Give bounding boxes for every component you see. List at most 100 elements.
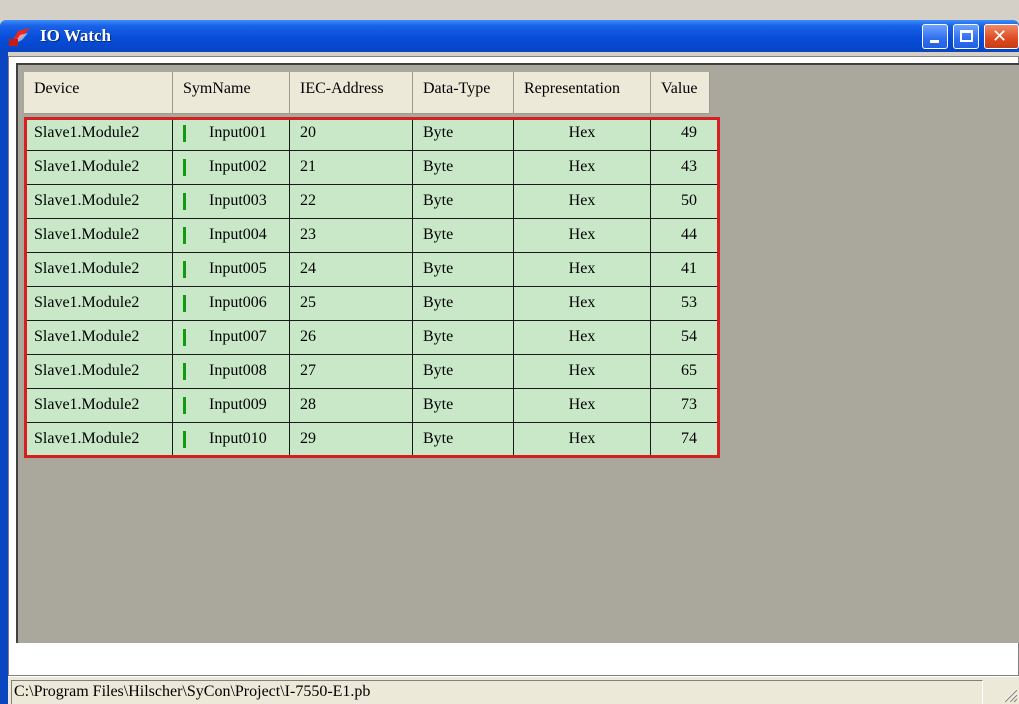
- cell-iec-address: 26: [290, 321, 413, 355]
- title-bar[interactable]: IO Watch ✕: [0, 20, 1019, 52]
- cell-iec-address: 21: [290, 151, 413, 185]
- symname-label: Input002: [209, 158, 267, 175]
- close-button[interactable]: ✕: [984, 24, 1019, 49]
- table-row[interactable]: Slave1.Module2 Input005 24 Byte Hex 41: [24, 253, 720, 287]
- cell-device: Slave1.Module2: [24, 151, 173, 185]
- cell-data-type: Byte: [413, 389, 514, 423]
- table-row[interactable]: Slave1.Module2 Input007 26 Byte Hex 54: [24, 321, 720, 355]
- io-data-grid: Slave1.Module2 Input001 20 Byte Hex 49 Slave1.…: [24, 117, 720, 457]
- column-header-representation[interactable]: Representation: [514, 72, 651, 114]
- table-row[interactable]: Slave1.Module2 Input001 20 Byte Hex 49: [24, 117, 720, 151]
- column-header-data-type[interactable]: Data-Type: [413, 72, 514, 114]
- cell-data-type: Byte: [413, 355, 514, 389]
- cell-representation: Hex: [514, 185, 651, 219]
- cell-iec-address: 22: [290, 185, 413, 219]
- maximize-icon: [960, 30, 973, 42]
- status-indicator-icon: [183, 193, 186, 210]
- symname-label: Input010: [209, 430, 267, 447]
- status-indicator-icon: [183, 261, 186, 278]
- symname-label: Input004: [209, 226, 267, 243]
- cell-device: Slave1.Module2: [24, 321, 173, 355]
- cell-device: Slave1.Module2: [24, 423, 173, 457]
- minimize-icon: [930, 40, 939, 43]
- cell-representation: Hex: [514, 355, 651, 389]
- cell-iec-address: 29: [290, 423, 413, 457]
- cell-representation: Hex: [514, 287, 651, 321]
- cell-symname: Input006: [173, 287, 290, 321]
- cell-data-type: Byte: [413, 287, 514, 321]
- table-row[interactable]: Slave1.Module2 Input002 21 Byte Hex 43: [24, 151, 720, 185]
- cell-value: 41: [651, 253, 720, 287]
- cell-symname: Input007: [173, 321, 290, 355]
- cell-data-type: Byte: [413, 185, 514, 219]
- cell-value: 73: [651, 389, 720, 423]
- status-indicator-icon: [183, 295, 186, 312]
- status-indicator-icon: [183, 397, 186, 414]
- cell-data-type: Byte: [413, 253, 514, 287]
- cell-data-type: Byte: [413, 117, 514, 151]
- cell-iec-address: 25: [290, 287, 413, 321]
- cell-iec-address: 20: [290, 117, 413, 151]
- cell-representation: Hex: [514, 321, 651, 355]
- close-icon: ✕: [992, 26, 1008, 47]
- symname-label: Input006: [209, 294, 267, 311]
- table-row[interactable]: Slave1.Module2 Input004 23 Byte Hex 44: [24, 219, 720, 253]
- status-indicator-icon: [183, 329, 186, 346]
- maximize-button[interactable]: [953, 24, 979, 49]
- io-watch-app-icon: [9, 28, 30, 46]
- cell-iec-address: 27: [290, 355, 413, 389]
- resize-grip-icon[interactable]: [1000, 681, 1018, 703]
- status-indicator-icon: [183, 159, 186, 176]
- status-indicator-icon: [183, 431, 186, 448]
- cell-iec-address: 24: [290, 253, 413, 287]
- cell-representation: Hex: [514, 151, 651, 185]
- table-row[interactable]: Slave1.Module2 Input008 27 Byte Hex 65: [24, 355, 720, 389]
- minimize-button[interactable]: [922, 24, 948, 49]
- cell-symname: Input003: [173, 185, 290, 219]
- window-frame-left: [0, 52, 8, 704]
- cell-value: 54: [651, 321, 720, 355]
- cell-value: 53: [651, 287, 720, 321]
- table-row[interactable]: Slave1.Module2 Input010 29 Byte Hex 74: [24, 423, 720, 457]
- column-header-iec-address[interactable]: IEC-Address: [290, 72, 413, 114]
- cell-value: 49: [651, 117, 720, 151]
- cell-representation: Hex: [514, 423, 651, 457]
- cell-device: Slave1.Module2: [24, 219, 173, 253]
- table-row[interactable]: Slave1.Module2 Input006 25 Byte Hex 53: [24, 287, 720, 321]
- cell-data-type: Byte: [413, 151, 514, 185]
- cell-symname: Input005: [173, 253, 290, 287]
- cell-symname: Input001: [173, 117, 290, 151]
- window-title: IO Watch: [40, 26, 112, 45]
- table-row[interactable]: Slave1.Module2 Input009 28 Byte Hex 73: [24, 389, 720, 423]
- cell-representation: Hex: [514, 389, 651, 423]
- cell-iec-address: 23: [290, 219, 413, 253]
- symname-label: Input007: [209, 328, 267, 345]
- status-indicator-icon: [183, 227, 186, 244]
- cell-data-type: Byte: [413, 219, 514, 253]
- status-file-path: C:\Program Files\Hilscher\SyCon\Project\…: [11, 680, 983, 704]
- cell-device: Slave1.Module2: [24, 355, 173, 389]
- symname-label: Input001: [209, 124, 267, 141]
- table-row[interactable]: Slave1.Module2 Input003 22 Byte Hex 50: [24, 185, 720, 219]
- cell-symname: Input009: [173, 389, 290, 423]
- cell-value: 50: [651, 185, 720, 219]
- cell-iec-address: 28: [290, 389, 413, 423]
- cell-device: Slave1.Module2: [24, 253, 173, 287]
- symname-label: Input005: [209, 260, 267, 277]
- column-header-value[interactable]: Value: [651, 72, 710, 114]
- symname-label: Input008: [209, 362, 267, 379]
- cell-representation: Hex: [514, 117, 651, 151]
- cell-device: Slave1.Module2: [24, 389, 173, 423]
- status-indicator-icon: [183, 125, 186, 142]
- cell-device: Slave1.Module2: [24, 185, 173, 219]
- column-header-device[interactable]: Device: [24, 72, 173, 114]
- cell-value: 65: [651, 355, 720, 389]
- cell-symname: Input004: [173, 219, 290, 253]
- status-indicator-icon: [183, 363, 186, 380]
- column-header-symname[interactable]: SymName: [173, 72, 290, 114]
- cell-value: 74: [651, 423, 720, 457]
- status-bar: C:\Program Files\Hilscher\SyCon\Project\…: [8, 676, 1019, 704]
- cell-representation: Hex: [514, 219, 651, 253]
- cell-symname: Input010: [173, 423, 290, 457]
- cell-data-type: Byte: [413, 423, 514, 457]
